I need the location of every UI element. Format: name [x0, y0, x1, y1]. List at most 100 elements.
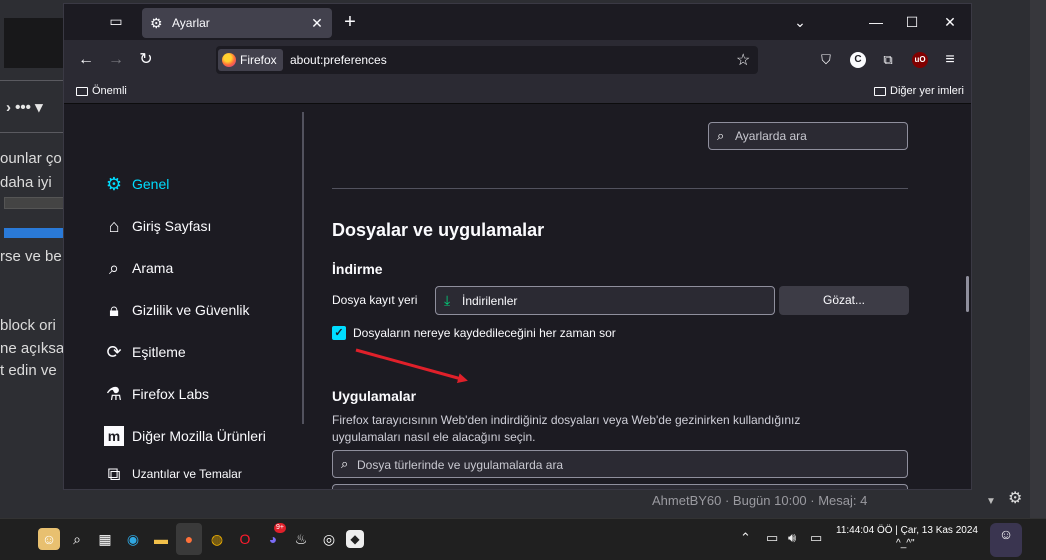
background-text: ne açıksa: [0, 340, 64, 357]
download-folder-field[interactable]: ⤓ İndirilenler: [435, 286, 775, 315]
applications-search-input[interactable]: Dosya türlerinde ve uygulamalarda ara: [357, 458, 563, 472]
mozilla-icon: m: [104, 426, 124, 446]
sync-icon: ⟳: [106, 342, 122, 362]
tab-list-icon[interactable]: ▭: [108, 13, 124, 29]
close-window-button[interactable]: ✕: [940, 12, 960, 32]
background-text: block ori: [0, 317, 56, 334]
sidebar-item-label: Genel: [132, 176, 170, 192]
tab-title: Ayarlar: [172, 16, 210, 30]
sidebar-item-general[interactable]: ⚙ Genel: [104, 174, 169, 194]
account-avatar[interactable]: C: [850, 52, 866, 68]
search-icon: ⌕: [717, 128, 725, 143]
notification-badge: 9+: [274, 523, 286, 533]
sidebar-item-search[interactable]: ⌕ Arama: [104, 258, 173, 278]
preferences-page: ⚙ Genel ⌂ Giriş Sayfası ⌕ Arama 🔒︎ Gizli…: [64, 104, 971, 489]
gear-icon[interactable]: ⚙: [1008, 488, 1028, 508]
bookmark-folder-onemli[interactable]: Önemli: [76, 85, 127, 97]
page-scrollbar[interactable]: [1030, 0, 1046, 518]
browse-button[interactable]: Gözat...: [779, 286, 909, 315]
calculator-icon[interactable]: ▦: [94, 528, 116, 550]
extensions-icon[interactable]: ⧉: [878, 50, 898, 70]
bookmark-label: Önemli: [92, 85, 127, 97]
always-ask-checkbox[interactable]: ✓: [332, 326, 346, 340]
sidebar-item-mozilla[interactable]: m Diğer Mozilla Ürünleri: [104, 426, 266, 446]
character-avatar-icon[interactable]: ☺: [990, 523, 1022, 557]
opera-icon[interactable]: O: [234, 528, 256, 550]
chevron-up-icon[interactable]: ⌃: [740, 530, 751, 546]
ublock-icon[interactable]: uO: [912, 52, 928, 68]
applications-table: [332, 484, 908, 489]
chevron-down-icon[interactable]: ▼: [986, 496, 996, 507]
divider: [0, 80, 64, 81]
chevron-down-icon[interactable]: ⌄: [790, 12, 810, 32]
url-text[interactable]: about:preferences: [290, 53, 387, 67]
search-input[interactable]: Ayarlarda ara: [735, 129, 807, 143]
reload-icon[interactable]: ↻: [136, 50, 156, 70]
puzzle-icon: ⧉: [107, 464, 121, 484]
background-nav: › ••• ▾: [6, 99, 43, 116]
back-icon[interactable]: ←: [76, 50, 96, 70]
sidebar-item-sync[interactable]: ⟳ Eşitleme: [104, 342, 185, 362]
app-icon[interactable]: ◆: [346, 530, 364, 548]
tab-bar: ▭ ⚙ Ayarlar ✕ + ⌄ — ☐ ✕: [64, 4, 971, 40]
applications-search[interactable]: ⌕ Dosya türlerinde ve uygulamalarda ara: [332, 450, 908, 478]
sidebar-item-label: Diğer Mozilla Ürünleri: [132, 428, 266, 444]
clock[interactable]: 11:44:04 ÖÖ | Çar, 13 Kas 2024: [836, 524, 978, 538]
firefox-logo-icon: [222, 53, 236, 67]
background-text: ounlar ço: [0, 150, 62, 167]
file-explorer-icon[interactable]: ▬: [150, 528, 172, 550]
volume-icon[interactable]: 🔊︎: [788, 530, 796, 546]
nav-bar: ← → ↻ Firefox about:preferences ☆ ⛉ C ⧉ …: [64, 40, 971, 80]
background-progress: [4, 228, 64, 238]
bookmark-star-icon[interactable]: ☆: [736, 50, 750, 70]
background-toolbar: [4, 197, 64, 209]
new-tab-button[interactable]: +: [340, 12, 360, 32]
sidebar-item-label: Gizlilik ve Güvenlik: [132, 302, 250, 318]
folder-icon: [874, 86, 886, 96]
background-text: t edin ve: [0, 362, 57, 379]
download-folder-value: İndirilenler: [462, 294, 518, 308]
obs-icon[interactable]: ◎: [318, 528, 340, 550]
identity-box[interactable]: Firefox: [218, 49, 283, 71]
avatar-app-icon[interactable]: ☺: [38, 528, 60, 550]
bookmark-label: Diğer yer imleri: [890, 85, 964, 97]
steam-icon[interactable]: ♨: [290, 528, 312, 550]
sidebar-item-privacy[interactable]: 🔒︎ Gizlilik ve Güvenlik: [104, 300, 249, 320]
search-icon: ⌕: [108, 258, 120, 278]
forward-icon[interactable]: →: [106, 50, 126, 70]
labs-icon: ⚗: [105, 384, 123, 404]
maximize-button[interactable]: ☐: [902, 12, 922, 32]
minimize-button[interactable]: —: [866, 12, 886, 32]
chrome-icon[interactable]: ◍: [206, 528, 228, 550]
url-bar[interactable]: Firefox about:preferences ☆: [216, 46, 758, 74]
settings-search[interactable]: ⌕ Ayarlarda ara: [708, 122, 908, 150]
battery-icon[interactable]: ▭: [810, 530, 822, 546]
sidebar-item-labs[interactable]: ⚗ Firefox Labs: [104, 384, 209, 404]
always-ask-label[interactable]: Dosyaların nereye kaydedileceğini her za…: [353, 326, 616, 340]
firefox-icon[interactable]: ●: [178, 528, 200, 550]
search-icon[interactable]: ⌕: [66, 528, 88, 550]
identity-label: Firefox: [240, 53, 277, 67]
sidebar-item-addons[interactable]: ⧉ Uzantılar ve Temalar: [104, 464, 242, 484]
background-image: [4, 18, 64, 68]
folder-icon: [76, 86, 88, 96]
tab-settings[interactable]: ⚙ Ayarlar ✕: [142, 8, 332, 38]
tablet-icon[interactable]: ▭: [766, 530, 778, 546]
post-meta: AhmetBY60 · Bugün 10:00 · Mesaj: 4: [652, 493, 868, 508]
edge-icon[interactable]: ◉: [122, 528, 144, 550]
menu-icon[interactable]: ≡: [940, 50, 960, 70]
home-icon: ⌂: [108, 216, 120, 236]
close-icon[interactable]: ✕: [308, 14, 326, 32]
gear-icon: ⚙: [150, 15, 163, 31]
other-bookmarks[interactable]: Diğer yer imleri: [874, 85, 964, 97]
pocket-icon[interactable]: ⛉: [816, 50, 836, 70]
background-text: daha iyi: [0, 174, 52, 191]
bookmarks-toolbar: Önemli Diğer yer imleri: [64, 80, 971, 104]
section-title: Dosyalar ve uygulamalar: [332, 220, 545, 240]
search-icon: ⌕: [341, 456, 349, 471]
divider: [0, 132, 64, 133]
sidebar-divider: [302, 112, 304, 424]
content-scrollbar[interactable]: [966, 276, 969, 312]
save-location-label: Dosya kayıt yeri: [332, 293, 418, 307]
sidebar-item-home[interactable]: ⌂ Giriş Sayfası: [104, 216, 212, 236]
